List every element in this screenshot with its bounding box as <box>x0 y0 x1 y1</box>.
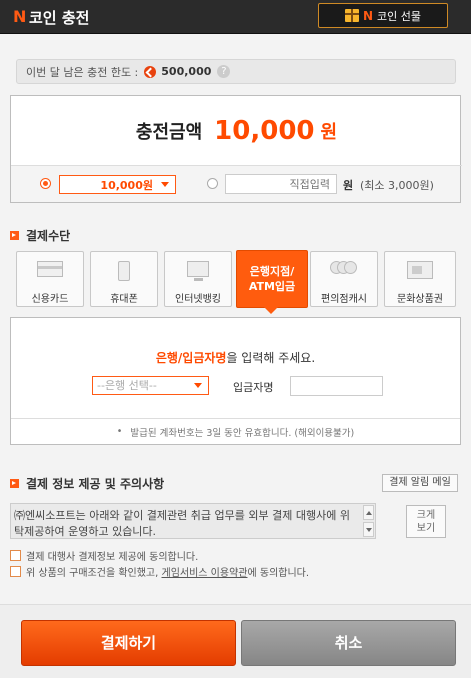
scroll-down-icon[interactable] <box>363 522 374 537</box>
tab-label: 신용카드 <box>31 294 69 305</box>
help-icon[interactable]: ? <box>217 65 231 78</box>
voucher-icon <box>407 261 433 279</box>
depositor-label: 입금자명 <box>233 381 274 394</box>
bank-deposit-panel: 은행/입금자명을 입력해 주세요. --은행 선택-- 입금자명 • 발급된 계… <box>10 317 461 445</box>
preset-amount-radio[interactable] <box>40 178 51 189</box>
payment-info-heading-text: 결제 정보 제공 및 주의사항 <box>26 477 165 491</box>
bank-guide-rest: 을 입력해 주세요. <box>226 351 316 365</box>
action-bar: 결제하기 취소 <box>0 604 471 678</box>
depositor-name-input[interactable] <box>290 376 383 396</box>
tab-bank-atm[interactable]: 은행지점/ ATM입금 <box>236 250 308 314</box>
cancel-button[interactable]: 취소 <box>241 620 456 666</box>
bank-guide-highlight: 은행/입금자명 <box>155 351 227 365</box>
amount-select[interactable]: 10,000원 <box>59 175 176 194</box>
limit-label: 이번 달 남은 충전 한도 : <box>26 65 139 79</box>
mobile-phone-icon <box>118 261 130 281</box>
chevron-down-icon <box>161 182 169 187</box>
payment-method-heading: 결제수단 <box>10 227 70 244</box>
tab-credit-card[interactable]: 신용카드 <box>16 251 84 307</box>
charge-amount-panel: 충전금액 10,000 원 10,000원 원 (최소 3,000원) <box>10 95 462 203</box>
expand-terms-button[interactable]: 크게 보기 <box>406 505 446 538</box>
tab-label: 휴대폰 <box>110 294 138 305</box>
monitor-icon <box>187 261 209 281</box>
agree-terms-label: 위 상품의 구매조건을 확인했고, 게임서비스 이용약관에 동의합니다. <box>26 564 309 579</box>
charge-amount-label: 충전금액 <box>135 121 203 143</box>
payment-alert-mail-button[interactable]: 결제 알림 메일 <box>382 474 458 492</box>
tab-label: 은행지점/ ATM입금 <box>248 265 296 293</box>
monthly-limit-bar: 이번 달 남은 충전 한도 : 500,000 ? <box>16 59 456 84</box>
bullet-icon: • <box>116 426 123 437</box>
limit-value: 500,000 <box>161 65 212 78</box>
agree-terms-post: 에 동의합니다. <box>247 568 310 579</box>
charge-amount-display: 충전금액 10,000 원 <box>11 96 462 166</box>
brand-n-logo: N <box>13 7 27 26</box>
arrow-right-icon <box>10 479 19 488</box>
agree-provider-label: 결제 대행사 결제정보 제공에 동의합니다. <box>26 552 199 563</box>
tab-convenience-store[interactable]: 편의점캐시 <box>310 251 378 307</box>
direct-amount-unit: 원 <box>343 179 354 192</box>
page-title: 코인 충전 <box>29 9 90 27</box>
bank-select-placeholder: --은행 선택-- <box>97 379 157 392</box>
bank-select[interactable]: --은행 선택-- <box>92 376 209 395</box>
tab-label: 인터넷뱅킹 <box>175 294 221 305</box>
scroll-up-icon[interactable] <box>363 505 374 520</box>
agree-terms-checkbox[interactable] <box>10 566 21 577</box>
game-service-terms-link[interactable]: 게임서비스 이용약관 <box>162 568 248 579</box>
coins-icon <box>330 261 358 275</box>
credit-card-icon <box>37 261 63 277</box>
direct-amount-radio[interactable] <box>207 178 218 189</box>
tab-label: 문화상품권 <box>397 294 443 305</box>
payment-method-tabs: 신용카드 휴대폰 인터넷뱅킹 은행지점/ ATM입금 편의점캐시 문화상품권 <box>16 250 456 314</box>
pay-button[interactable]: 결제하기 <box>21 620 236 666</box>
amount-select-value: 10,000원 <box>100 178 153 192</box>
bank-guide-text: 은행/입금자명을 입력해 주세요. <box>11 349 460 366</box>
gift-n-logo: N <box>362 8 374 23</box>
terms-textarea[interactable]: ㈜엔씨소프트는 아래와 같이 결제관련 취급 업무를 외부 결제 대행사에 위탁… <box>10 503 376 539</box>
gift-icon <box>344 9 359 22</box>
agree-provider-checkbox[interactable] <box>10 550 21 561</box>
payment-method-heading-text: 결제수단 <box>26 229 71 243</box>
account-validity-note: • 발급된 계좌번호는 3일 동안 유효합니다. (해외이용불가) <box>11 418 460 444</box>
tab-mobile-phone[interactable]: 휴대폰 <box>90 251 158 307</box>
header-bar: N 코인 충전 N 코인 선물 <box>0 0 471 34</box>
direct-amount-input[interactable] <box>225 174 337 194</box>
amount-selection-row: 10,000원 원 (최소 3,000원) <box>11 166 460 202</box>
tab-culture-voucher[interactable]: 문화상품권 <box>384 251 456 307</box>
account-validity-text: 발급된 계좌번호는 3일 동안 유효합니다. (해외이용불가) <box>130 427 355 439</box>
gift-button-label: 코인 선물 <box>377 9 422 23</box>
coin-gift-button[interactable]: N 코인 선물 <box>318 3 448 28</box>
payment-info-heading: 결제 정보 제공 및 주의사항 <box>10 475 164 492</box>
charge-amount-currency: 원 <box>320 121 338 143</box>
terms-text: ㈜엔씨소프트는 아래와 같이 결제관련 취급 업무를 외부 결제 대행사에 위탁… <box>14 509 350 538</box>
tab-internet-banking[interactable]: 인터넷뱅킹 <box>164 251 232 307</box>
charge-amount-value: 10,000 <box>214 115 315 146</box>
arrow-right-icon <box>10 231 19 240</box>
agree-provider-row: 결제 대행사 결제정보 제공에 동의합니다. <box>10 548 198 563</box>
chevron-down-icon <box>194 383 202 388</box>
tab-label: 편의점캐시 <box>321 294 367 305</box>
agree-terms-pre: 위 상품의 구매조건을 확인했고, <box>26 568 162 579</box>
agree-terms-row: 위 상품의 구매조건을 확인했고, 게임서비스 이용약관에 동의합니다. <box>10 564 309 579</box>
minimum-amount-note: (최소 3,000원) <box>360 179 434 192</box>
coin-icon <box>144 65 157 78</box>
